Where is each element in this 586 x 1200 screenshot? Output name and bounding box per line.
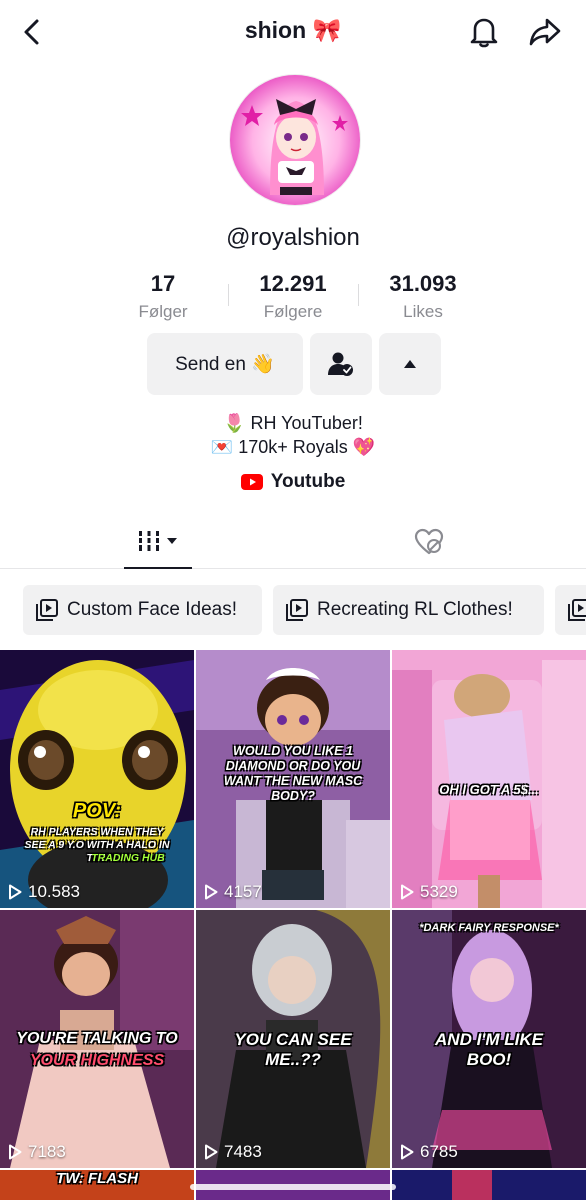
suggested-accounts-button[interactable]: [379, 333, 441, 395]
playlist-chip[interactable]: Recreating RL Clothes!: [273, 585, 544, 635]
view-count: 7183: [8, 1142, 66, 1162]
bio-line-2: 💌 170k+ Royals 💖: [210, 437, 376, 457]
home-indicator[interactable]: [190, 1184, 396, 1190]
view-count-value: 6785: [420, 1142, 458, 1161]
video-thumbnail[interactable]: YOU'RE TALKING TO YOUR HIGHNESS 7183: [0, 910, 194, 1168]
stat-followers-value: 12.291: [259, 271, 327, 296]
video-caption: YOU CAN SEE ME..??: [234, 1030, 352, 1069]
video-thumbnail[interactable]: OH I GOT A 5$... 5329: [392, 650, 586, 908]
send-message-button[interactable]: Send en 👋: [147, 333, 303, 395]
video-caption: YOU'RE TALKING TO: [16, 1030, 178, 1047]
user-check-icon: [328, 352, 353, 376]
play-outline-icon: [401, 884, 414, 900]
heart-hidden-icon: [414, 528, 444, 555]
profile-stats: 17 Følger 12.291 Følgere 31.093 Likes: [98, 270, 488, 326]
caret-down-icon: [167, 538, 177, 544]
top-bar: shion 🎀: [0, 0, 586, 64]
view-count: 4157: [204, 882, 262, 902]
stat-followers-label: Følgere: [263, 302, 323, 321]
video-thumbnail-image: [392, 650, 586, 908]
play-outline-icon: [9, 1144, 22, 1160]
profile-handle: @royalshion: [226, 224, 360, 251]
profile-actions: Send en 👋: [147, 333, 441, 395]
video-grid: POV: RH PLAYERS WHEN THEY SEE A 9 Y.O WI…: [0, 650, 586, 1200]
stat-likes[interactable]: 31.093 Likes: [358, 270, 488, 326]
playlist-chip[interactable]: Custom Face Ideas!: [23, 585, 262, 635]
playlist-row: Custom Face Ideas! Recreating RL Clothes…: [0, 585, 586, 635]
stat-likes-value: 31.093: [389, 271, 457, 296]
notification-button[interactable]: [466, 14, 502, 50]
playlist-label: Recreating RL Clothes!: [317, 599, 513, 620]
stat-followers[interactable]: 12.291 Følgere: [228, 270, 358, 326]
video-thumbnail[interactable]: [392, 1170, 586, 1200]
video-caption: POV:: [72, 800, 122, 822]
video-thumbnail[interactable]: YOU CAN SEE ME..?? 7483: [196, 910, 390, 1168]
view-count-value: 7183: [28, 1142, 66, 1161]
tab-liked-hidden[interactable]: [410, 525, 448, 559]
play-outline-icon: [205, 1144, 218, 1160]
play-outline-icon: [401, 1144, 414, 1160]
bell-icon: [470, 18, 498, 48]
stat-likes-label: Likes: [403, 302, 443, 321]
video-thumbnail[interactable]: *DARK FAIRY RESPONSE* AND I'M LIKE BOO! …: [392, 910, 586, 1168]
youtube-link[interactable]: Youtube: [0, 471, 586, 493]
view-count: 7483: [204, 1142, 262, 1162]
playlist-icon: [286, 599, 308, 621]
video-thumbnail[interactable]: WOULD YOU LIKE 1 DIAMOND OR DO YOU WANT …: [196, 650, 390, 908]
video-caption: WOULD YOU LIKE 1 DIAMOND OR DO YOU WANT …: [223, 744, 363, 803]
avatar[interactable]: [229, 74, 361, 206]
stat-following-label: Følger: [138, 302, 188, 321]
video-thumbnail-image: [392, 1170, 586, 1200]
play-outline-icon: [9, 884, 22, 900]
video-caption-detail: YOUR HIGHNESS: [29, 1052, 165, 1069]
triangle-up-icon: [404, 360, 416, 368]
profile-bio: 🌷 RH YouTuber! 💌 170k+ Royals 💖: [0, 411, 586, 459]
playlist-label: Custom Face Ideas!: [67, 599, 238, 620]
view-count-value: 7483: [224, 1142, 262, 1161]
playlist-icon: [36, 599, 58, 621]
playlist-chip[interactable]: [555, 585, 586, 635]
video-caption: TW: FLASH: [56, 1170, 138, 1187]
video-caption-detail: *DARK FAIRY RESPONSE*: [419, 922, 559, 934]
view-count: 5329: [400, 882, 458, 902]
avatar-illustration: [230, 75, 360, 205]
videos-grid-icon: [139, 531, 159, 551]
following-status-button[interactable]: [310, 333, 372, 395]
view-count-value: 4157: [224, 882, 262, 901]
stat-following[interactable]: 17 Følger: [98, 270, 228, 326]
youtube-link-label: Youtube: [270, 471, 346, 492]
play-outline-icon: [205, 884, 218, 900]
view-count: 10.583: [8, 882, 80, 902]
stat-following-value: 17: [150, 271, 176, 296]
bio-line-1: 🌷 RH YouTuber!: [223, 413, 363, 433]
video-caption: OH I GOT A 5$...: [439, 782, 539, 797]
playlist-icon: [568, 599, 586, 621]
video-caption-highlight: TRADING HUB: [91, 852, 165, 864]
share-button[interactable]: [527, 14, 563, 50]
share-arrow-icon: [529, 18, 561, 46]
view-count: 6785: [400, 1142, 458, 1162]
view-count-value: 10.583: [28, 882, 80, 901]
youtube-icon: [240, 474, 263, 490]
video-thumbnail[interactable]: POV: RH PLAYERS WHEN THEY SEE A 9 Y.O WI…: [0, 650, 194, 908]
view-count-value: 5329: [420, 882, 458, 901]
video-thumbnail[interactable]: TW: FLASH: [0, 1170, 194, 1200]
video-thumbnail-image: [0, 650, 194, 908]
tab-videos[interactable]: [124, 515, 192, 569]
content-tabs: [0, 515, 586, 569]
video-caption: AND I'M LIKE BOO!: [435, 1030, 543, 1069]
